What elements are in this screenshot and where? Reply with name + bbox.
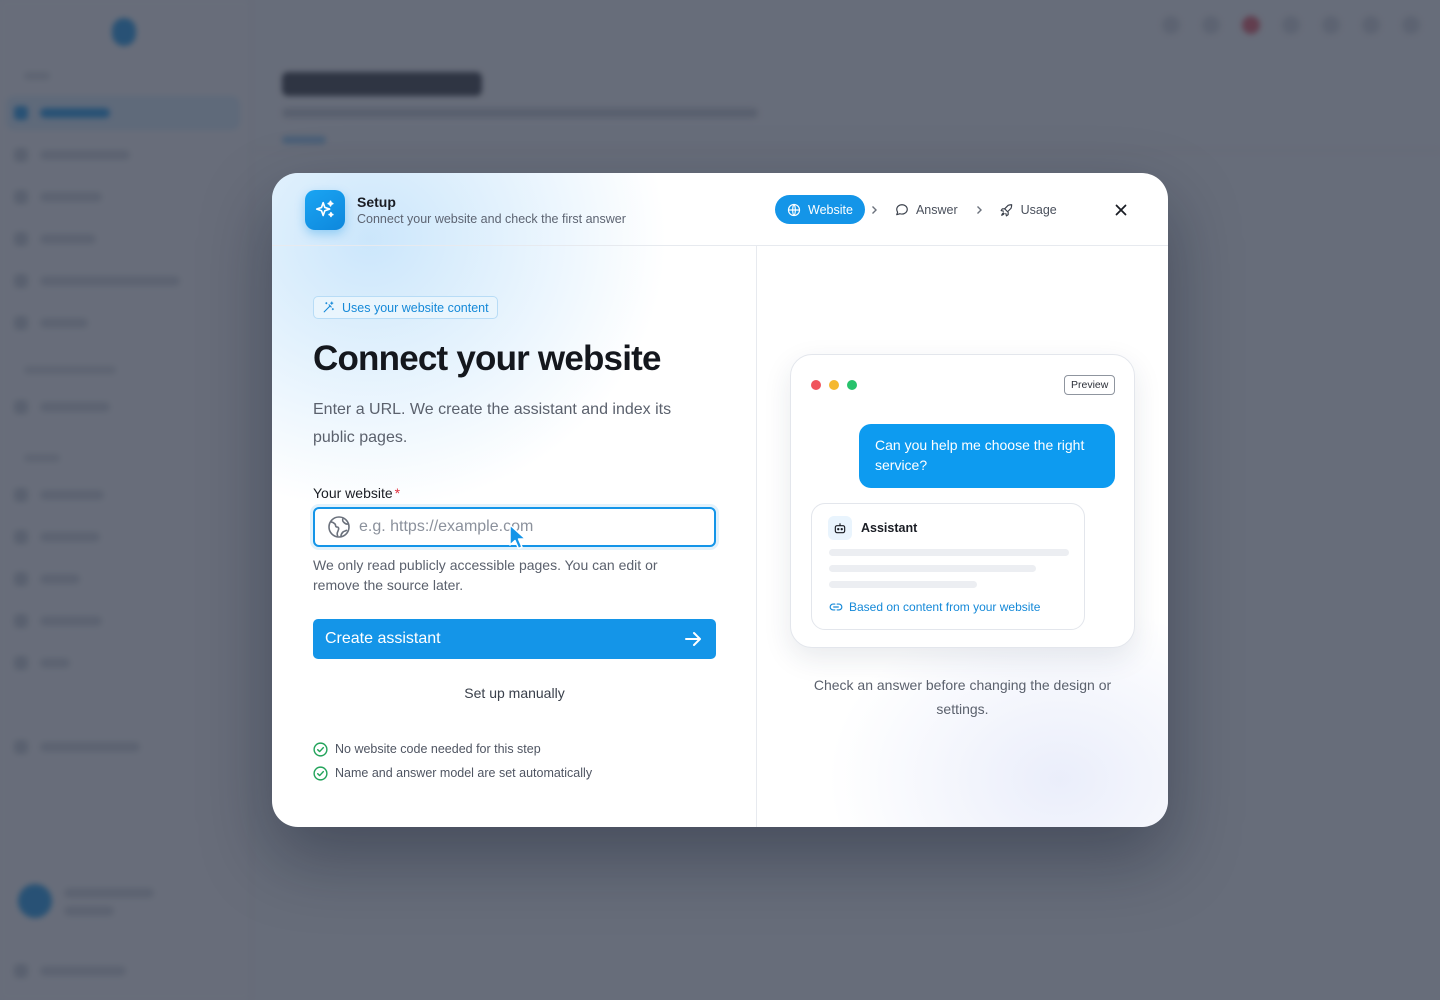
globe-icon <box>327 515 351 539</box>
benefit-text: No website code needed for this step <box>335 742 541 756</box>
step-website[interactable]: Website <box>775 195 865 224</box>
step-usage[interactable]: Usage <box>988 195 1069 224</box>
step-answer-label: Answer <box>915 202 958 217</box>
window-dot-yellow <box>829 380 839 390</box>
arrow-right-icon <box>684 630 702 648</box>
check-circle-icon <box>313 765 328 781</box>
website-field-label: Your website * <box>313 485 400 501</box>
robot-icon <box>828 516 852 540</box>
sparkles-icon <box>305 190 345 230</box>
close-icon <box>1115 204 1127 216</box>
benefits-list: No website code needed for this step Nam… <box>313 737 592 785</box>
window-dots <box>811 380 857 390</box>
user-message-bubble: Can you help me choose the right service… <box>859 424 1115 488</box>
website-content-badge: Uses your website content <box>313 296 498 319</box>
preview-tag: Preview <box>1064 375 1116 395</box>
modal-title: Setup <box>357 194 396 210</box>
answer-skeleton-line <box>829 549 1069 556</box>
window-dot-red <box>811 380 821 390</box>
answer-skeleton-line <box>829 565 1036 572</box>
step-website-label: Website <box>808 202 853 217</box>
chevron-right-icon <box>865 205 883 215</box>
globe-icon <box>787 203 801 217</box>
modal-subtitle: Connect your website and check the first… <box>357 212 626 226</box>
answer-skeleton-line <box>829 581 977 588</box>
assistant-name: Assistant <box>861 521 918 535</box>
mouse-pointer-icon <box>508 523 530 556</box>
rocket-icon <box>1000 203 1014 217</box>
required-marker: * <box>394 485 401 501</box>
source-note: Based on content from your website <box>829 600 1040 614</box>
column-divider <box>756 246 757 827</box>
chat-bubble-icon <box>895 203 909 217</box>
modal-header: Setup Connect your website and check the… <box>272 173 1168 246</box>
setup-stepper: Website Answer Usage <box>775 195 1069 224</box>
lead-text: Enter a URL. We create the assistant and… <box>313 401 672 446</box>
list-item: Name and answer model are set automatica… <box>313 761 592 785</box>
create-assistant-button[interactable]: Create assistant <box>313 619 716 659</box>
setup-manually-button[interactable]: Set up manually <box>313 681 716 705</box>
website-field-label-text: Your website <box>313 485 393 501</box>
preview-caption: Check an answer before changing the desi… <box>813 677 1112 717</box>
source-note-text: Based on content from your website <box>849 600 1041 614</box>
check-circle-icon <box>313 741 328 757</box>
magic-wand-icon <box>322 301 335 314</box>
window-dot-green <box>847 380 857 390</box>
close-button[interactable] <box>1110 199 1132 221</box>
link-icon <box>829 600 843 614</box>
setup-modal: Setup Connect your website and check the… <box>272 173 1168 827</box>
badge-label: Uses your website content <box>342 300 489 315</box>
assistant-answer-card: Assistant Based on content from your web… <box>811 503 1085 630</box>
step-answer[interactable]: Answer <box>883 195 970 224</box>
chevron-right-icon <box>970 205 988 215</box>
website-url-input[interactable] <box>359 510 714 544</box>
create-assistant-label: Create assistant <box>325 630 441 647</box>
privacy-hint: We only read publicly accessible pages. … <box>313 557 658 593</box>
step-usage-label: Usage <box>1020 202 1057 217</box>
benefit-text: Name and answer model are set automatica… <box>335 766 593 780</box>
chat-preview-card: Preview Can you help me choose the right… <box>790 354 1135 648</box>
page-title: Connect your website <box>313 339 661 378</box>
list-item: No website code needed for this step <box>313 737 592 761</box>
